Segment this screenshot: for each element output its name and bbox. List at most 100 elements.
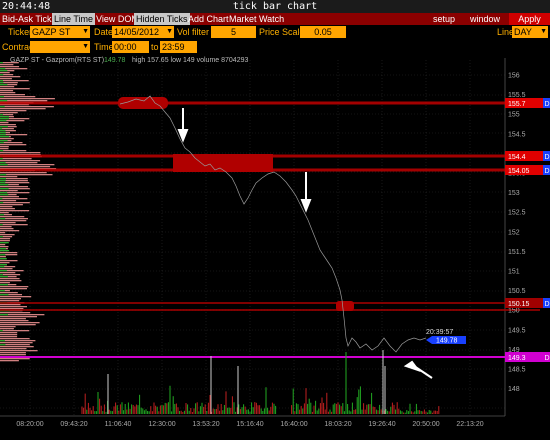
volume-profile-bar-green [0,214,4,216]
price-scale-field[interactable]: 0.05 [300,26,346,38]
volume-profile-bar [0,286,29,288]
menu-add-chart[interactable]: Add Chart [188,13,229,25]
volume-profile-bar-green [0,266,5,268]
volume-profile-bar [0,162,38,164]
volume-profile-bar [0,90,14,92]
volume-profile-bar-green [0,142,4,144]
volume-profile-bar-green [0,164,8,166]
volume-profile-bar [0,64,14,66]
volume-profile-bar [0,226,12,228]
time-tick-label: 16:40:00 [280,421,307,428]
volume-profile-bar [0,138,14,140]
price-tick-label: 148 [508,386,520,393]
menu-market-watch[interactable]: Market Watch [229,13,284,25]
line-field[interactable]: DAY ▼ [512,26,548,38]
volume-profile-bar [0,220,27,222]
menu-window[interactable]: window [470,13,500,25]
volume-profile-bar-green [0,130,6,132]
ticker-field[interactable]: GAZP ST ▼ [30,26,90,38]
volume-profile-bar [0,312,31,314]
price-tick-label: 149.5 [508,327,526,334]
price-tick-label: 151.5 [508,249,526,256]
volume-profile-bar [0,268,13,270]
volume-profile-bar [0,306,27,308]
price-tick-label: 154.5 [508,131,526,138]
volume-profile-bar-green [0,344,6,346]
time-from-field[interactable]: 00:00 [112,41,149,53]
volume-profile-bar [0,216,25,218]
volume-profile-bar-green [0,248,6,250]
volume-profile-bar [0,80,29,82]
vol-filter-field[interactable]: 5 [211,26,256,38]
menu-hidden-ticks[interactable]: Hidden Ticks [134,13,190,25]
price-tick-label: 155 [508,112,520,119]
volume-profile-bar [0,98,55,100]
last-price-value: 149.78 [436,338,458,345]
volume-profile-bar [0,300,20,302]
price-tag-label: 149.3 [508,355,526,362]
volume-profile-bar-green [0,254,6,256]
volume-profile-bar [0,152,41,154]
volume-profile-bar [0,112,18,114]
volume-profile-bar [0,274,21,276]
menu-setup[interactable]: setup [433,13,455,25]
volume-profile-bar-green [0,188,9,190]
price-scale-label: Price Scale [259,27,305,37]
volume-profile-bar [0,280,22,282]
volume-profile-bar-green [0,174,7,176]
volume-profile-bar [0,122,9,124]
date-field[interactable]: 14/05/2012 ▼ [112,26,174,38]
price-tag-label: 154.05 [508,168,530,175]
volume-profile-bar [0,234,15,236]
volume-profile-bar [0,200,17,202]
volume-profile-bar [0,238,11,240]
time-tick-label: 08:20:00 [16,421,43,428]
volume-profile-bar-green [0,82,4,84]
volume-profile-bar-green [0,284,8,286]
time-to-value: 23:59 [162,42,185,52]
price-tick-label: 156 [508,73,520,80]
volume-profile-bar [0,202,30,204]
volume-profile-bar [0,298,21,300]
volume-profile-bar [0,166,51,168]
menu-line-time[interactable]: Line Time [52,13,96,25]
toolbar: Ticker GAZP ST ▼ Date 14/05/2012 ▼ Vol f… [0,25,550,55]
chevron-down-icon: ▼ [82,28,89,35]
volume-profile-bar [0,256,6,258]
price-tick-label: 148.5 [508,367,526,374]
volume-profile-bar [0,322,40,324]
apply-button[interactable]: Apply [509,13,550,25]
volume-profile-bar [0,160,41,162]
volume-profile-bar [0,78,12,80]
volume-profile-bar-green [0,250,10,252]
volume-profile-bar [0,86,15,88]
volume-profile-bar [0,124,16,126]
volume-profile-bar-green [0,80,3,82]
volume-profile-bar [0,340,36,342]
volume-profile-bar-green [0,276,8,278]
line-value: DAY [514,27,532,37]
menu-view-dom[interactable]: View DOM [96,13,139,25]
menu-bid-ask-tick[interactable]: Bid-Ask Tick [2,13,52,25]
title-bar: 20:44:48 tick bar chart [0,0,550,14]
volume-profile-bar [0,336,18,338]
volume-profile-bar [0,358,30,360]
time-tick-label: 13:53:20 [192,421,219,428]
volume-profile-bar [0,278,20,280]
date-label: Date [94,27,114,37]
volume-profile-bar [0,198,28,200]
volume-profile-bar-green [0,120,7,122]
volume-profile-bar [0,146,9,148]
price-line [119,95,427,353]
volume-profile-bar [0,262,10,264]
ticker-label: Ticker [8,27,33,37]
contract-field[interactable]: ▼ [30,41,90,53]
volume-profile-bar [0,288,27,290]
chart-area[interactable]: 156155.5155154.5154153.5153152.5152151.5… [0,55,550,440]
price-tick-label: 152.5 [508,210,526,217]
volume-profile-bar [0,224,28,226]
price-tag-letter: D [545,154,550,161]
time-to-field[interactable]: 23:59 [160,41,197,53]
volume-profile-bar-green [0,330,3,332]
volume-profile-bar-green [0,192,8,194]
